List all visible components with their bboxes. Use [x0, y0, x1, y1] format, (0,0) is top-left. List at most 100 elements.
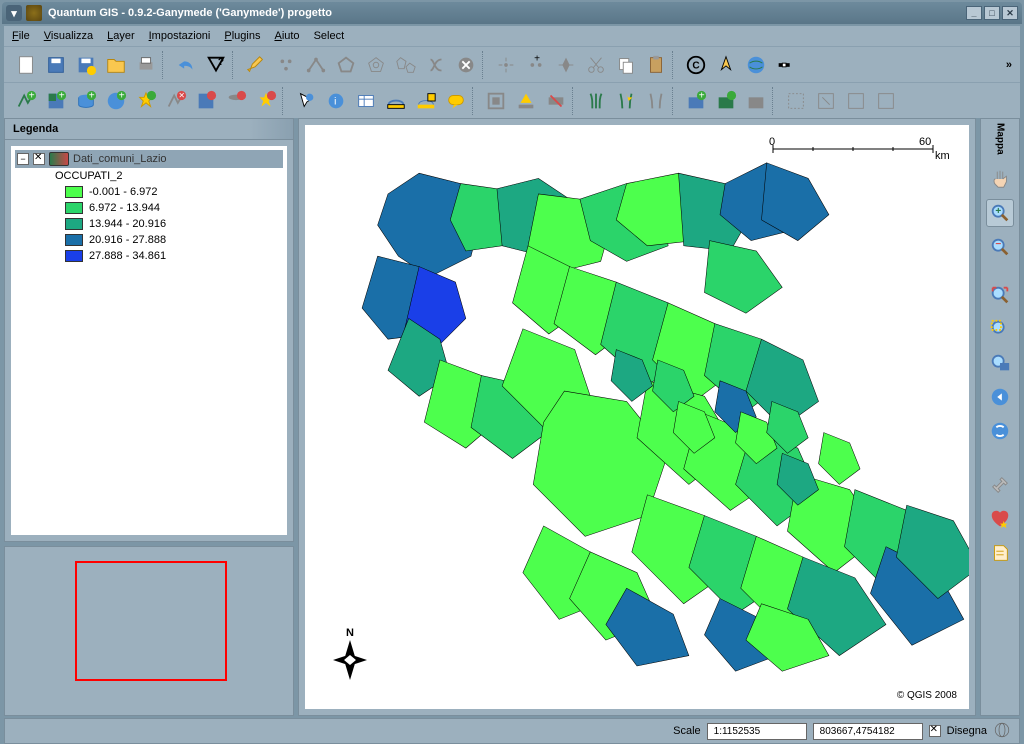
swatch-icon [65, 202, 83, 214]
maximize-button[interactable]: □ [984, 6, 1000, 20]
grass-open-mapset-button[interactable] [712, 87, 740, 115]
paste-button[interactable] [642, 51, 670, 79]
zoom-full-button[interactable] [986, 281, 1014, 309]
refresh-button[interactable] [986, 417, 1014, 445]
zoom-selection-button[interactable] [986, 315, 1014, 343]
layer-name: Dati_comuni_Lazio [73, 153, 167, 165]
show-bookmarks-button[interactable] [252, 87, 280, 115]
print-button[interactable] [132, 51, 160, 79]
layer-row[interactable]: − Dati_comuni_Lazio [15, 150, 283, 168]
measure-line-button[interactable] [382, 87, 410, 115]
grass-edit-button[interactable] [842, 87, 870, 115]
save-button[interactable] [42, 51, 70, 79]
add-ring-button[interactable] [362, 51, 390, 79]
menu-layer[interactable]: Layer [107, 30, 135, 42]
right-panel-label: Mappa [995, 123, 1006, 155]
menu-plugins[interactable]: Plugins [224, 30, 260, 42]
scalebar-button[interactable] [772, 51, 800, 79]
save-as-button[interactable] [72, 51, 100, 79]
delete-button[interactable] [452, 51, 480, 79]
menu-file[interactable]: File [12, 30, 30, 42]
help-button[interactable]: ? [202, 51, 230, 79]
right-toolbar: Mappa + − [980, 118, 1020, 716]
svg-text:+: + [89, 90, 95, 101]
identify-button[interactable]: i [322, 87, 350, 115]
north-arrow-button[interactable] [712, 51, 740, 79]
new-bookmark-button[interactable] [132, 87, 160, 115]
help-sidebar-button[interactable] [986, 539, 1014, 567]
copyright-button[interactable]: C [682, 51, 710, 79]
add-point-button[interactable] [272, 51, 300, 79]
scale-zero: 0 [769, 136, 775, 148]
split-button[interactable] [422, 51, 450, 79]
window-menu-dropdown[interactable]: ▾ [6, 5, 22, 21]
cut-button[interactable] [582, 51, 610, 79]
grass-shell-button[interactable] [872, 87, 900, 115]
projection-icon[interactable] [993, 721, 1011, 742]
manage-layers-button[interactable] [222, 87, 250, 115]
add-vector-button[interactable]: + [12, 87, 40, 115]
select-button[interactable] [292, 87, 320, 115]
add-postgis-button[interactable]: + [72, 87, 100, 115]
grass-add-vector-button[interactable] [582, 87, 610, 115]
undo-button[interactable] [172, 51, 200, 79]
svg-text:C: C [692, 60, 699, 71]
measure-area-button[interactable] [412, 87, 440, 115]
add-wms-button[interactable]: + [102, 87, 130, 115]
add-island-button[interactable] [392, 51, 420, 79]
overview-button[interactable] [482, 87, 510, 115]
minimize-button[interactable]: _ [966, 6, 982, 20]
add-vertex-button[interactable]: + [522, 51, 550, 79]
copy-button[interactable] [612, 51, 640, 79]
scale-input[interactable] [707, 723, 807, 740]
grass-new-mapset-button[interactable]: + [682, 87, 710, 115]
maptips-button[interactable] [442, 87, 470, 115]
menu-visualizza[interactable]: Visualizza [44, 30, 93, 42]
add-polygon-button[interactable] [332, 51, 360, 79]
menu-select[interactable]: Select [314, 30, 345, 42]
map-canvas[interactable]: 0 60 km N [305, 125, 969, 709]
open-button[interactable] [102, 51, 130, 79]
globe-button[interactable] [742, 51, 770, 79]
toolbar-more-button[interactable]: » [1006, 59, 1012, 71]
pan-button[interactable] [986, 165, 1014, 193]
add-line-button[interactable] [302, 51, 330, 79]
legend-class-2: 13.944 - 20.916 [15, 216, 283, 232]
new-vector-button[interactable] [192, 87, 220, 115]
close-button[interactable]: ✕ [1002, 6, 1018, 20]
zoom-last-button[interactable] [986, 383, 1014, 411]
render-checkbox[interactable] [929, 725, 941, 737]
new-project-button[interactable] [12, 51, 40, 79]
zoom-in-button[interactable]: + [986, 199, 1014, 227]
settings-button[interactable] [986, 471, 1014, 499]
svg-text:+: + [29, 90, 35, 101]
attribute-name: OCCUPATI_2 [15, 168, 283, 184]
svg-text:+: + [534, 54, 540, 64]
menubar: File Visualizza Layer Impostazioni Plugi… [4, 26, 1020, 46]
zoom-out-button[interactable]: − [986, 233, 1014, 261]
grass-add-raster-button[interactable] [612, 87, 640, 115]
grass-edit-region-button[interactable] [812, 87, 840, 115]
edit-toggle-button[interactable] [242, 51, 270, 79]
overview-extent-rect[interactable] [75, 561, 227, 681]
hide-all-button[interactable] [542, 87, 570, 115]
grass-tools-button[interactable] [642, 87, 670, 115]
zoom-layer-button[interactable] [986, 349, 1014, 377]
favorite-button[interactable] [986, 505, 1014, 533]
svg-text:+: + [699, 90, 705, 101]
show-all-button[interactable] [512, 87, 540, 115]
menu-impostazioni[interactable]: Impostazioni [149, 30, 211, 42]
menu-aiuto[interactable]: Aiuto [274, 30, 299, 42]
remove-layer-button[interactable]: × [162, 87, 190, 115]
add-raster-button[interactable]: + [42, 87, 70, 115]
layer-symbol-icon [49, 152, 69, 166]
grass-region-button[interactable] [782, 87, 810, 115]
move-vertex-button[interactable] [492, 51, 520, 79]
table-button[interactable] [352, 87, 380, 115]
grass-close-mapset-button[interactable] [742, 87, 770, 115]
layer-expand-icon[interactable]: − [17, 153, 29, 165]
scale-unit: km [935, 150, 949, 162]
delete-vertex-button[interactable] [552, 51, 580, 79]
map-svg [305, 125, 969, 709]
layer-visibility-checkbox[interactable] [33, 153, 45, 165]
